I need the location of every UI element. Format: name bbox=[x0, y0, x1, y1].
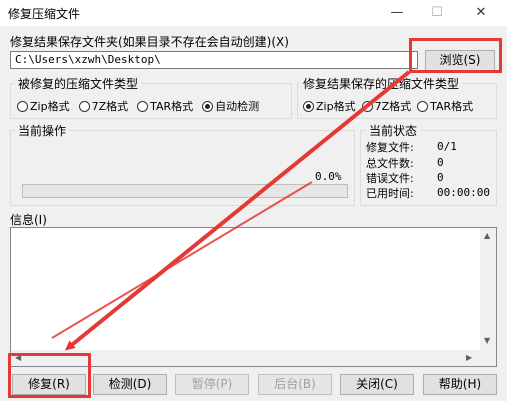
annotation-arrows bbox=[51, 70, 411, 351]
repair-archive-window: 修复压缩文件 — ☐ ✕ 修复结果保存文件夹(如果目录不存在会自动创建)(X) … bbox=[0, 0, 507, 401]
annotation-arrow-main bbox=[64, 70, 411, 351]
annotation-arrow-shadow bbox=[51, 181, 313, 339]
